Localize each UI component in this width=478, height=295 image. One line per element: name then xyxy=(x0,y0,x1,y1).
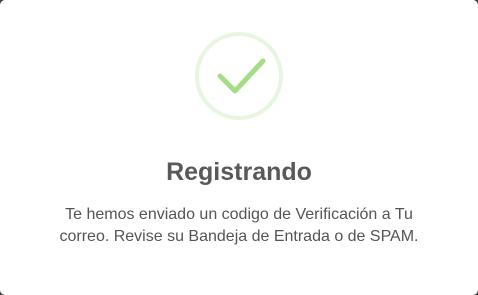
success-check-icon xyxy=(195,32,283,120)
dialog-message-line-2: correo. Revise su Bandeja de Entrada o d… xyxy=(59,228,419,245)
checkmark-icon xyxy=(217,58,266,94)
success-dialog: Registrando Te hemos enviado un codigo d… xyxy=(0,0,478,295)
dialog-message: Te hemos enviado un codigo de Verificaci… xyxy=(30,204,448,248)
dialog-message-line-1: Te hemos enviado un codigo de Verificaci… xyxy=(65,206,413,223)
dialog-title: Registrando xyxy=(166,158,312,186)
